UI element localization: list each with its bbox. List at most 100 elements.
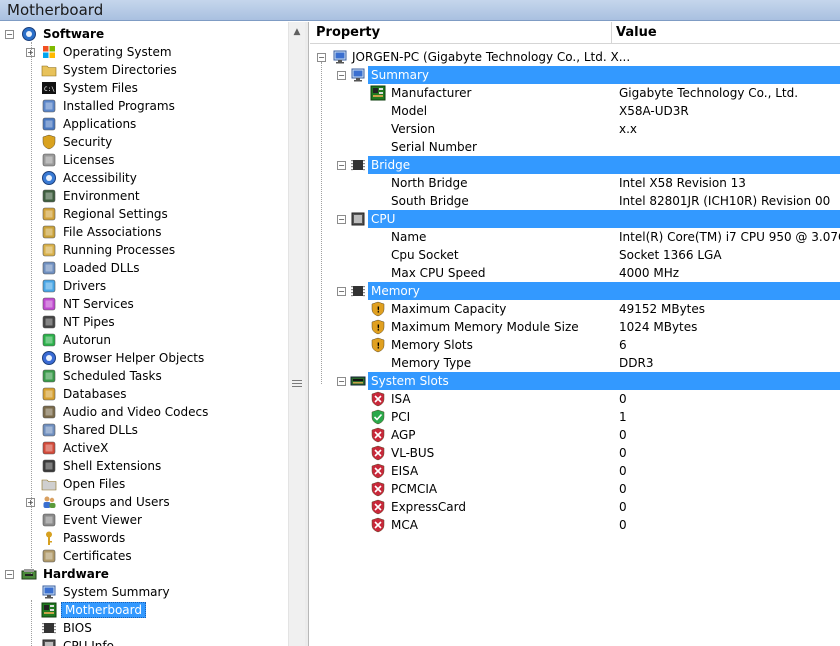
category-label: CPU — [371, 212, 396, 226]
tree-item-hardware[interactable]: − Hardware — [0, 565, 288, 583]
tree-item-certificates[interactable]: Certificates — [0, 547, 288, 565]
tree-item-accessibility[interactable]: Accessibility — [0, 169, 288, 187]
property-row-pcmcia[interactable]: PCMCIA 0 — [310, 480, 840, 498]
tree-item-system-directories[interactable]: System Directories — [0, 61, 288, 79]
tree-item-label: Certificates — [63, 549, 132, 563]
tree-item-drivers[interactable]: Drivers — [0, 277, 288, 295]
tree-item-loaded-dlls[interactable]: Loaded DLLs — [0, 259, 288, 277]
property-row-maximum-memory-module-size[interactable]: ! Maximum Memory Module Size 1024 MBytes — [310, 318, 840, 336]
tree-expander-icon[interactable]: − — [337, 377, 346, 386]
category-bridge[interactable]: − Bridge — [310, 156, 840, 174]
pane-splitter[interactable] — [305, 22, 309, 646]
tree-item-event-viewer[interactable]: Event Viewer — [0, 511, 288, 529]
tree-item-groups-and-users[interactable]: + Groups and Users — [0, 493, 288, 511]
tree-item-scheduled-tasks[interactable]: Scheduled Tasks — [0, 367, 288, 385]
property-row-expresscard[interactable]: ExpressCard 0 — [310, 498, 840, 516]
tree-expander-icon[interactable]: − — [337, 161, 346, 170]
tree-item-autorun[interactable]: Autorun — [0, 331, 288, 349]
tree-item-licenses[interactable]: Licenses — [0, 151, 288, 169]
property-name: Model — [391, 104, 428, 118]
property-row-vl-bus[interactable]: VL-BUS 0 — [310, 444, 840, 462]
tree-item-security[interactable]: Security — [0, 133, 288, 151]
property-row-north-bridge[interactable]: North Bridge Intel X58 Revision 13 — [310, 174, 840, 192]
tree-item-audio-and-video-codecs[interactable]: Audio and Video Codecs — [0, 403, 288, 421]
category-cpu[interactable]: − CPU — [310, 210, 840, 228]
tree-expander-icon[interactable]: − — [337, 71, 346, 80]
navigation-tree[interactable]: − Software + Operating System System Dir… — [0, 22, 288, 646]
tree-item-label: Scheduled Tasks — [63, 369, 162, 383]
svg-text:!: ! — [377, 342, 381, 351]
tree-expander-icon[interactable]: − — [5, 30, 14, 39]
scroll-up-arrow-icon[interactable]: ▲ — [289, 25, 305, 39]
property-row-memory-slots[interactable]: ! Memory Slots 6 — [310, 336, 840, 354]
tree-item-cpu-info[interactable]: CPU Info — [0, 637, 288, 646]
tree-item-file-associations[interactable]: File Associations — [0, 223, 288, 241]
cpu-icon — [351, 212, 365, 226]
tree-item-bios[interactable]: BIOS — [0, 619, 288, 637]
property-name: ExpressCard — [391, 500, 466, 514]
tree-item-browser-helper-objects[interactable]: Browser Helper Objects — [0, 349, 288, 367]
svg-text:C:\: C:\ — [44, 86, 55, 93]
property-row-pci[interactable]: PCI 1 — [310, 408, 840, 426]
property-row-max-cpu-speed[interactable]: Max CPU Speed 4000 MHz — [310, 264, 840, 282]
property-name: Maximum Memory Module Size — [391, 320, 579, 334]
column-separator[interactable] — [611, 22, 612, 44]
property-row-name[interactable]: Name Intel(R) Core(TM) i7 CPU 950 @ 3.07… — [310, 228, 840, 246]
property-row-mca[interactable]: MCA 0 — [310, 516, 840, 534]
tree-expander-icon[interactable]: − — [317, 53, 326, 62]
tree-item-software[interactable]: − Software — [0, 25, 288, 43]
tree-scrollbar[interactable]: ▲ — [288, 22, 305, 646]
property-row-agp[interactable]: AGP 0 — [310, 426, 840, 444]
category-memory[interactable]: − Memory — [310, 282, 840, 300]
tree-item-shared-dlls[interactable]: Shared DLLs — [0, 421, 288, 439]
root-node[interactable]: − JORGEN-PC (Gigabyte Technology Co., Lt… — [310, 48, 840, 66]
tree-item-nt-services[interactable]: NT Services — [0, 295, 288, 313]
tree-item-motherboard[interactable]: Motherboard — [0, 601, 288, 619]
key-icon — [46, 531, 52, 545]
tree-item-nt-pipes[interactable]: NT Pipes — [0, 313, 288, 331]
category-summary[interactable]: − Summary — [310, 66, 840, 84]
property-row-eisa[interactable]: EISA 0 — [310, 462, 840, 480]
property-name: VL-BUS — [391, 446, 435, 460]
property-value: DDR3 — [619, 356, 654, 370]
tree-item-environment[interactable]: Environment — [0, 187, 288, 205]
tree-item-label: Software — [43, 27, 105, 41]
tree-item-shell-extensions[interactable]: Shell Extensions — [0, 457, 288, 475]
tree-item-applications[interactable]: Applications — [0, 115, 288, 133]
property-value: 6 — [619, 338, 627, 352]
tree-item-installed-programs[interactable]: Installed Programs — [0, 97, 288, 115]
property-row-maximum-capacity[interactable]: ! Maximum Capacity 49152 MBytes — [310, 300, 840, 318]
property-row-south-bridge[interactable]: South Bridge Intel 82801JR (ICH10R) Revi… — [310, 192, 840, 210]
property-row-cpu-socket[interactable]: Cpu Socket Socket 1366 LGA — [310, 246, 840, 264]
tree-item-databases[interactable]: Databases — [0, 385, 288, 403]
property-column-header[interactable]: Property — [316, 25, 380, 40]
tree-item-running-processes[interactable]: Running Processes — [0, 241, 288, 259]
tree-item-open-files[interactable]: Open Files — [0, 475, 288, 493]
property-row-isa[interactable]: ISA 0 — [310, 390, 840, 408]
category-band — [368, 282, 840, 300]
category-system-slots[interactable]: − System Slots — [310, 372, 840, 390]
tree-item-passwords[interactable]: Passwords — [0, 529, 288, 547]
tree-item-label: Regional Settings — [63, 207, 168, 221]
property-name: Serial Number — [391, 140, 477, 154]
tree-item-label: Shared DLLs — [63, 423, 138, 437]
property-row-model[interactable]: Model X58A-UD3R — [310, 102, 840, 120]
scroll-grip-icon[interactable] — [292, 380, 302, 389]
tree-expander-icon[interactable]: − — [337, 215, 346, 224]
tree-item-label: Environment — [63, 189, 140, 203]
property-row-memory-type[interactable]: Memory Type DDR3 — [310, 354, 840, 372]
property-row-version[interactable]: Version x.x — [310, 120, 840, 138]
property-row-serial-number[interactable]: Serial Number — [310, 138, 840, 156]
tree-item-label: System Summary — [63, 585, 170, 599]
tree-item-regional-settings[interactable]: Regional Settings — [0, 205, 288, 223]
tree-item-system-summary[interactable]: System Summary — [0, 583, 288, 601]
property-name: Maximum Capacity — [391, 302, 507, 316]
software-icon — [22, 27, 36, 41]
tree-item-operating-system[interactable]: + Operating System — [0, 43, 288, 61]
tree-item-activex[interactable]: ActiveX — [0, 439, 288, 457]
tree-item-system-files[interactable]: C:\ System Files — [0, 79, 288, 97]
property-row-manufacturer[interactable]: Manufacturer Gigabyte Technology Co., Lt… — [310, 84, 840, 102]
tree-expander-icon[interactable]: − — [5, 570, 14, 579]
value-column-header[interactable]: Value — [616, 25, 657, 40]
tree-expander-icon[interactable]: − — [337, 287, 346, 296]
